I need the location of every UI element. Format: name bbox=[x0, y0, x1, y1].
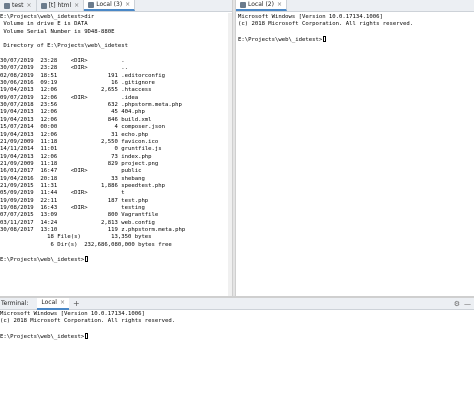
right-tab-bar: Local (2) × bbox=[236, 0, 474, 12]
terminal-line: (c) 2018 Microsoft Corporation. All righ… bbox=[0, 318, 176, 325]
terminal-line: 19/04/2016 20:18 33 shebang bbox=[0, 175, 145, 182]
tab-local[interactable]: Local × bbox=[37, 297, 69, 310]
add-tab-icon[interactable]: + bbox=[73, 299, 80, 308]
terminal-line: 21/09/2015 11:31 1,886 speedtest.php bbox=[0, 182, 166, 189]
settings-icon[interactable]: ⚙ bbox=[454, 300, 460, 308]
terminal-line: 16/01/2017 16:47 <DIR> public bbox=[0, 168, 142, 175]
bottom-terminal-pane[interactable]: Terminal: Local × + ⚙ — Microsoft Window… bbox=[0, 297, 474, 420]
terminal-line: 19/09/2019 22:11 187 test.php bbox=[0, 197, 149, 204]
terminal-line: 19/04/2013 12:06 846 build.xml bbox=[0, 116, 152, 123]
tab-label: Local bbox=[41, 299, 57, 306]
text-cursor bbox=[322, 36, 326, 43]
terminal-line: 30/08/2017 13:10 119 z.phpstorm.meta.php bbox=[0, 226, 186, 233]
tool-window-title: Terminal: bbox=[1, 300, 29, 307]
tab-html[interactable]: [t] html × bbox=[37, 0, 85, 11]
tab-label: [t] html bbox=[48, 2, 72, 9]
terminal-line: 02/08/2019 18:51 191 .editorconfig bbox=[0, 72, 166, 79]
terminal-line: 6 Dir(s) 232,686,080,000 bytes free bbox=[0, 241, 172, 248]
terminal-line: Volume Serial Number is 9D48-880E bbox=[0, 28, 115, 35]
terminal-line: E:\Projects\web\_idetest>dir bbox=[0, 14, 95, 20]
terminal-output[interactable]: E:\Projects\web\_idetest>dir Volume in d… bbox=[0, 14, 185, 264]
tab-test[interactable]: test × bbox=[0, 0, 37, 11]
terminal-output[interactable]: Microsoft Windows [Version 10.0.17134.10… bbox=[238, 14, 413, 43]
terminal-line: Directory of E:\Projects\web\_idetest bbox=[0, 43, 128, 50]
terminal-line: Microsoft Windows [Version 10.0.17134.10… bbox=[0, 311, 145, 317]
tab-local-3[interactable]: Local (3) × bbox=[84, 0, 136, 11]
terminal-line: 19/04/2013 12:06 73 index.php bbox=[0, 153, 152, 160]
terminal-line: 15/07/2014 00:00 4 composer.json bbox=[0, 124, 166, 131]
tab-label: Local (3) bbox=[96, 1, 123, 8]
close-icon[interactable]: × bbox=[125, 1, 130, 8]
terminal-icon bbox=[88, 1, 95, 8]
terminal-line: 18 File(s) 13,350 bytes bbox=[0, 234, 152, 241]
text-cursor bbox=[84, 333, 88, 340]
minimize-icon[interactable]: — bbox=[464, 300, 471, 308]
terminal-line: (c) 2018 Microsoft Corporation. All righ… bbox=[238, 21, 414, 28]
right-terminal-pane[interactable]: Local (2) × Microsoft Windows [Version 1… bbox=[236, 0, 474, 296]
close-icon[interactable]: × bbox=[60, 299, 65, 306]
terminal-line: E:\Projects\web\_idetest> bbox=[0, 333, 175, 340]
terminal-line: E:\Projects\web\_idetest> bbox=[238, 36, 413, 43]
terminal-icon bbox=[240, 1, 246, 8]
terminal-line: 30/07/2019 23:28 <DIR> . bbox=[0, 58, 125, 65]
close-icon[interactable]: × bbox=[27, 2, 32, 9]
terminal-icon bbox=[40, 2, 47, 9]
close-icon[interactable]: × bbox=[277, 1, 282, 8]
terminal-line: Volume in drive E is DATA bbox=[0, 21, 88, 28]
terminal-line: 21/09/2009 11:18 829 project.png bbox=[0, 160, 159, 167]
header-actions: ⚙ — bbox=[454, 298, 471, 310]
terminal-line: 19/08/2019 16:43 <DIR> testing bbox=[0, 204, 145, 211]
terminal-line: Microsoft Windows [Version 10.0.17134.10… bbox=[238, 14, 383, 20]
terminal-line: 19/04/2013 12:06 2,655 .htaccess bbox=[0, 87, 152, 94]
terminal-line: 03/11/2017 14:24 2,813 web.config bbox=[0, 219, 155, 226]
terminal-line: 19/04/2013 12:06 45 404.php bbox=[0, 109, 145, 116]
terminal-line: 30/06/2016 09:19 16 .gitignore bbox=[0, 80, 155, 87]
terminal-line: 30/07/2019 23:28 <DIR> .. bbox=[0, 65, 128, 72]
tab-local-2[interactable]: Local (2) × bbox=[236, 0, 287, 11]
terminal-line: 19/04/2013 12:06 31 echo.php bbox=[0, 131, 149, 138]
terminal-line: E:\Projects\web\_idetest> bbox=[0, 256, 185, 263]
terminal-line: 09/07/2019 12:06 <DIR> .idea bbox=[0, 94, 139, 101]
left-terminal-pane[interactable]: test × [t] html × Local (3) × E:\Project… bbox=[0, 0, 232, 296]
terminal-line: 21/09/2009 11:18 2,550 favicon.ico bbox=[0, 138, 159, 145]
terminal-line: 07/07/2015 13:09 800 Vagrantfile bbox=[0, 212, 159, 219]
terminal-output[interactable]: Microsoft Windows [Version 10.0.17134.10… bbox=[0, 311, 175, 340]
close-icon[interactable]: × bbox=[74, 2, 79, 9]
terminal-line: 05/09/2019 11:44 <DIR> t bbox=[0, 190, 125, 197]
terminal-line: 30/07/2018 23:56 632 .phpstorm.meta.php bbox=[0, 102, 182, 109]
terminal-line: 14/11/2014 11:01 0 gruntfile.js bbox=[0, 146, 162, 153]
tab-label: Local (2) bbox=[248, 1, 274, 8]
terminal-icon bbox=[4, 2, 10, 9]
text-cursor bbox=[84, 256, 88, 263]
terminal-tool-window-header: Terminal: Local × + ⚙ — bbox=[0, 297, 474, 310]
tab-label: test bbox=[12, 2, 24, 9]
left-tab-bar: test × [t] html × Local (3) × bbox=[0, 0, 232, 12]
